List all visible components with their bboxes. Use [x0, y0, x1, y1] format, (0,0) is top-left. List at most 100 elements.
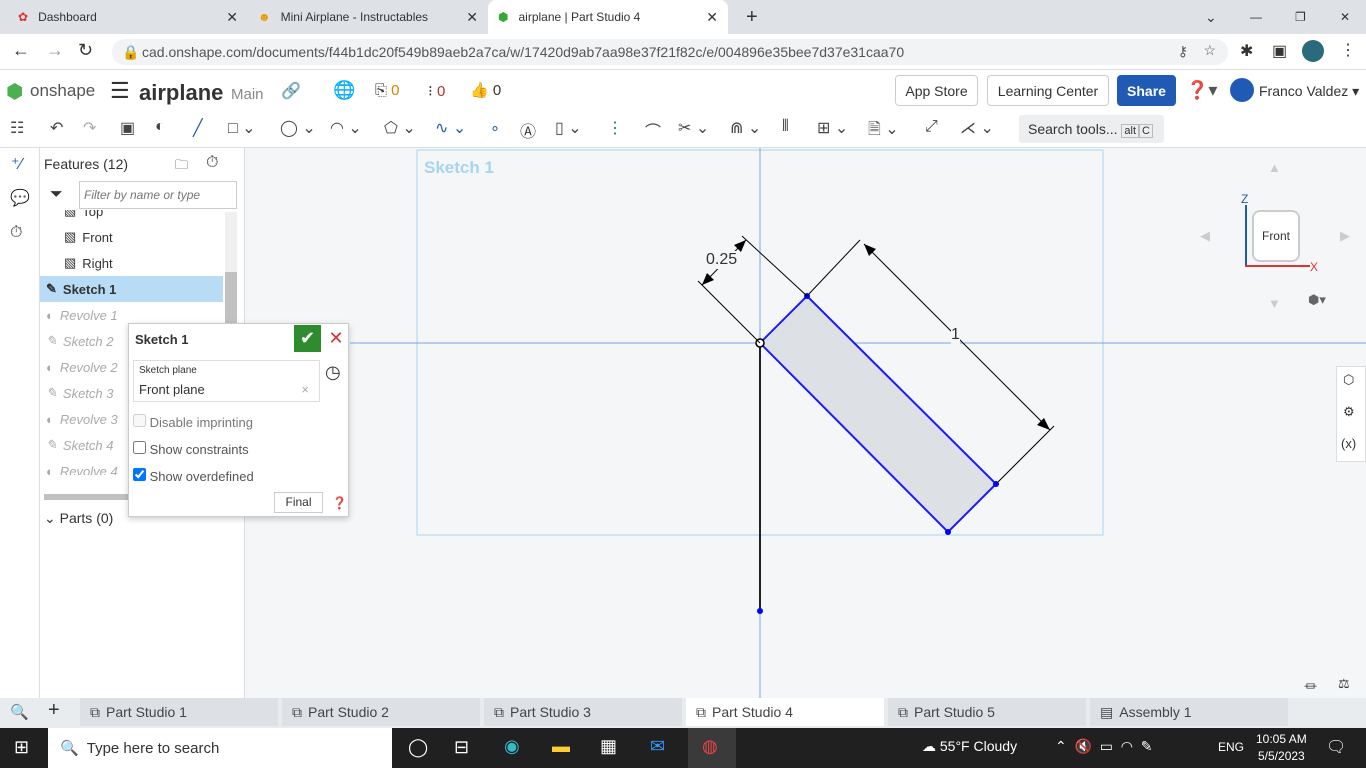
link-icon[interactable]: 🔗 — [281, 81, 301, 101]
feature-item-sketch-1[interactable]: ✎ Sketch 1 — [40, 276, 223, 302]
clock-time[interactable]: 10:05 AM — [1256, 732, 1307, 746]
tray-icons[interactable]: ⌃ 🔇 ▭ ◠ ✎ — [1055, 738, 1152, 755]
sidepanel-icon[interactable]: ▣ — [1272, 41, 1287, 61]
spline-tool-icon[interactable]: ∿ ⌄ — [435, 118, 466, 138]
filter-input[interactable] — [79, 181, 237, 209]
view-cube[interactable]: Front Z X ▲ ◀ ▶ ▼ ⬢▾ — [1200, 160, 1360, 311]
rotate-up-icon[interactable]: ▲ — [1268, 160, 1281, 175]
close-icon[interactable]: ✕ — [706, 9, 718, 26]
extensions-icon[interactable]: ✱ — [1240, 41, 1253, 61]
circle-tool-icon[interactable]: ◯ ⌄ — [280, 118, 316, 138]
clock-date[interactable]: 5/5/2023 — [1258, 749, 1305, 763]
learning-center-button[interactable]: Learning Center — [987, 75, 1109, 106]
tab-part-studio-3[interactable]: ⧉ Part Studio 3 — [484, 698, 682, 726]
maximize-button[interactable]: ❐ — [1285, 0, 1316, 34]
share-button[interactable]: Share — [1117, 75, 1176, 106]
add-folder-icon[interactable]: 🗀 — [175, 156, 188, 178]
language-indicator[interactable]: ENG — [1218, 740, 1244, 754]
feature-tree-icon[interactable]: ☷ — [10, 118, 24, 138]
chrome-taskbar-button[interactable]: ◍ — [688, 728, 736, 768]
versions-icon[interactable]: ⎘ 0 — [375, 82, 400, 99]
show-constraints-checkbox[interactable]: Show constraints — [133, 441, 249, 457]
back-icon[interactable]: ← — [12, 40, 30, 61]
rotate-right-icon[interactable]: ▶ — [1340, 228, 1350, 244]
help-icon[interactable]: ❓▾ — [1186, 80, 1217, 101]
line-tool-icon[interactable]: ╱ — [193, 118, 203, 138]
url-input[interactable]: 🔒 cad.onshape.com/documents/f44b1dc20f549… — [112, 39, 1228, 65]
appearance-icon[interactable]: ⬡ — [1343, 372, 1354, 388]
close-window-button[interactable]: ✕ — [1330, 0, 1360, 34]
taskbar-search[interactable]: 🔍 Type here to search — [48, 728, 392, 768]
rotate-down-icon[interactable]: ▼ — [1268, 296, 1281, 311]
graphics-canvas[interactable] — [246, 148, 1366, 698]
user-menu[interactable]: Franco Valdez ▾ — [1259, 83, 1359, 100]
feature-item-top[interactable]: ▧ Top — [64, 210, 240, 224]
show-overdefined-checkbox[interactable]: Show overdefined — [133, 468, 254, 484]
app-store-button[interactable]: App Store — [895, 75, 978, 106]
polygon-tool-icon[interactable]: ⬠ ⌄ — [384, 118, 416, 138]
dimension-value-1[interactable]: 1 — [951, 326, 960, 344]
tab-part-studio-2[interactable]: ⧉ Part Studio 2 — [282, 698, 480, 726]
dxf-import-icon[interactable]: 🗎 ⌄ — [868, 118, 899, 145]
fillet-tool-icon[interactable]: ⌒ — [645, 118, 661, 142]
bookmark-star-icon[interactable]: ☆ — [1203, 42, 1216, 59]
menu-icon[interactable]: ⋮ — [1340, 40, 1356, 60]
hamburger-menu-icon[interactable]: ☰ — [110, 78, 130, 104]
tab-assembly-1[interactable]: ▤ Assembly 1 — [1090, 698, 1288, 726]
like-icon[interactable]: 👍 0 — [470, 81, 501, 99]
mass-properties-icon[interactable]: ⚖ — [1338, 676, 1350, 692]
windows-start-icon[interactable]: ⊞ — [14, 737, 29, 758]
point-tool-icon[interactable]: ∘ — [490, 118, 500, 138]
text-tool-icon[interactable]: Ⓐ — [520, 118, 536, 142]
view-options-icon[interactable]: ⬢▾ — [1308, 292, 1326, 308]
close-icon[interactable]: ✕ — [226, 9, 238, 26]
arc-tool-icon[interactable]: ◠ ⌄ — [330, 118, 362, 138]
disable-imprinting-checkbox[interactable]: Disable imprinting — [133, 414, 253, 430]
user-avatar[interactable] — [1230, 78, 1254, 102]
browser-tab-airplane[interactable]: ⬢ airplane | Part Studio 4 ✕ — [488, 0, 728, 34]
key-icon[interactable]: ⚷ — [1178, 43, 1188, 60]
constraint-tool-icon[interactable]: ⋌ ⌄ — [960, 118, 994, 138]
reload-icon[interactable]: ↻ — [78, 40, 93, 61]
comment-icon[interactable]: 💬 — [10, 188, 30, 208]
tab-part-studio-1[interactable]: ⧉ Part Studio 1 — [80, 698, 278, 726]
feature-item-front[interactable]: ▧ Front — [64, 224, 240, 250]
weather-widget[interactable]: ☁ 55°F Cloudy — [922, 738, 1017, 755]
redo-icon[interactable]: ↷ — [83, 118, 96, 138]
add-feature-icon[interactable]: ⁺⁄ — [11, 154, 22, 174]
filter-icon[interactable]: ⏷ — [50, 186, 63, 204]
offset-tool-icon[interactable]: ⋒ ⌄ — [730, 118, 761, 138]
pattern-tool-icon[interactable]: ⊞ ⌄ — [817, 118, 848, 138]
store-icon[interactable]: ▦ — [600, 736, 617, 757]
globe-icon[interactable]: 🌐 — [333, 80, 355, 101]
parts-section[interactable]: ⌄ Parts (0) — [44, 510, 113, 527]
file-explorer-icon[interactable]: ▬ — [552, 736, 570, 757]
browser-tab-dashboard[interactable]: ✿ Dashboard ✕ — [8, 0, 248, 34]
construction-icon[interactable]: ⋮ — [607, 118, 623, 138]
tab-part-studio-4[interactable]: ⧉ Part Studio 4 — [686, 698, 884, 726]
variables-icon[interactable]: (x) — [1341, 436, 1356, 451]
rectangle-tool-icon[interactable]: □ ⌄ — [228, 118, 256, 138]
edge-icon[interactable]: ◉ — [504, 736, 520, 757]
tab-search-icon[interactable]: ⌄ — [1195, 0, 1227, 34]
undo-icon[interactable]: ↶ — [50, 118, 63, 138]
configurations-icon[interactable]: ⚙ — [1343, 404, 1355, 420]
trim-tool-icon[interactable]: ✂ ⌄ — [678, 118, 709, 138]
task-view-icon[interactable]: ◯ — [408, 737, 428, 758]
history-icon[interactable]: ⏱ — [10, 224, 22, 242]
measure-icon[interactable]: ⏛ — [1304, 676, 1317, 695]
notifications-icon[interactable]: 🗨 — [1326, 737, 1346, 757]
mail-icon[interactable]: ✉ — [650, 736, 665, 757]
search-tabs-icon[interactable]: 🔍 — [10, 703, 29, 721]
profile-avatar[interactable] — [1302, 40, 1324, 62]
widgets-icon[interactable]: ⊟ — [454, 737, 469, 758]
rollback-timer-icon[interactable]: ⏱ — [206, 154, 218, 172]
comments-icon[interactable]: ⁝ 0 — [428, 82, 445, 100]
close-icon[interactable]: ✕ — [466, 9, 478, 26]
use-tool-icon[interactable]: ▯ ⌄ — [555, 118, 582, 138]
revolve-icon[interactable]: ◐ — [155, 118, 165, 136]
mirror-tool-icon[interactable]: ⫴ — [782, 118, 789, 136]
forward-icon[interactable]: → — [46, 40, 64, 61]
browser-tab-instructables[interactable]: ☻ Mini Airplane - Instructables ✕ — [248, 0, 488, 34]
search-tools-input[interactable]: Search tools... alt C — [1019, 115, 1164, 143]
